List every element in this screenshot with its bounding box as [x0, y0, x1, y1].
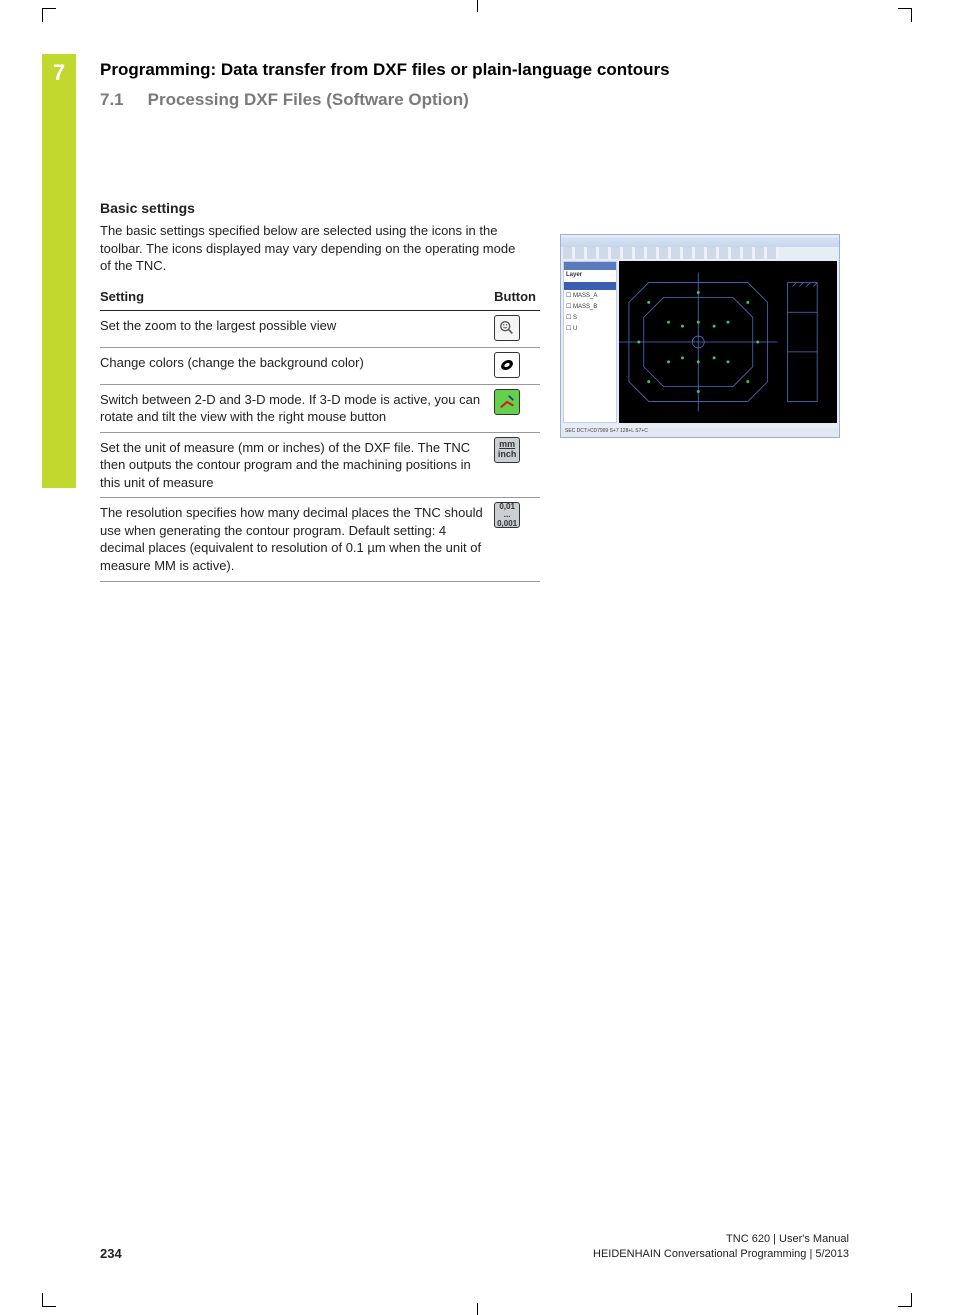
- col-header-button: Button: [494, 285, 540, 311]
- intro-paragraph: The basic settings specified below are s…: [100, 222, 520, 275]
- footer-right: TNC 620 | User's Manual HEIDENHAIN Conve…: [593, 1232, 849, 1261]
- screenshot-cad-view: [619, 261, 837, 423]
- change-colors-icon: [494, 352, 520, 378]
- subsection-heading: Basic settings: [100, 200, 874, 216]
- table-row: Change colors (change the background col…: [100, 347, 540, 384]
- screenshot-status-bar: SEC DCT>CD7999 S+7 128+L S7+C: [561, 428, 839, 437]
- chapter-number: 7: [42, 60, 76, 86]
- table-row: Set the unit of measure (mm or inches) o…: [100, 432, 540, 498]
- page-number: 234: [100, 1246, 122, 1261]
- chapter-color-bar: [42, 54, 76, 488]
- setting-text: Set the zoom to the largest possible vie…: [100, 310, 494, 347]
- table-row: The resolution specifies how many decima…: [100, 498, 540, 581]
- setting-text: Switch between 2-D and 3-D mode. If 3-D …: [100, 384, 494, 432]
- setting-text: Set the unit of measure (mm or inches) o…: [100, 432, 494, 498]
- chapter-title: Programming: Data transfer from DXF file…: [100, 60, 874, 80]
- setting-text: The resolution specifies how many decima…: [100, 498, 494, 581]
- resolution-icon: 0,01 ... 0,001: [494, 502, 520, 528]
- screenshot-layer-panel: Layer ☐ MASS_A ☐ MASS_B ☐ S ☐ U: [563, 261, 617, 423]
- toggle-2d-3d-icon: [494, 389, 520, 415]
- dxf-screenshot: Layer ☐ MASS_A ☐ MASS_B ☐ S ☐ U: [560, 234, 840, 438]
- section-title: Processing DXF Files (Software Option): [148, 90, 469, 109]
- section-number: 7.1: [100, 90, 124, 109]
- unit-mm-inch-icon: mm inch: [494, 437, 520, 463]
- table-row: Switch between 2-D and 3-D mode. If 3-D …: [100, 384, 540, 432]
- col-header-setting: Setting: [100, 285, 494, 311]
- settings-table: Setting Button Set the zoom to the large…: [100, 285, 540, 582]
- zoom-fit-icon: [494, 315, 520, 341]
- setting-text: Change colors (change the background col…: [100, 347, 494, 384]
- table-row: Set the zoom to the largest possible vie…: [100, 310, 540, 347]
- section-heading: 7.1 Processing DXF Files (Software Option…: [100, 90, 874, 110]
- screenshot-toolbar: [563, 247, 779, 259]
